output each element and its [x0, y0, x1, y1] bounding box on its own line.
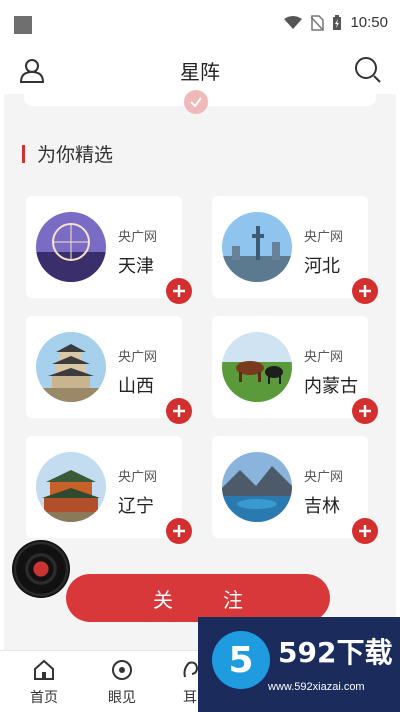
battery-icon [333, 14, 342, 30]
card-source: 央广网 [304, 230, 344, 245]
inner-mongolia-cattle-image [222, 332, 292, 402]
section-title: 为你精选 [37, 144, 114, 166]
add-button[interactable] [352, 278, 378, 304]
shanxi-tower-image [36, 332, 106, 402]
watermark-url: www.592xiazai.com [268, 681, 365, 693]
watermark-title: 592下载 [278, 636, 393, 669]
card-name: 河北 [304, 256, 340, 277]
tianjin-eye-image [36, 212, 106, 282]
card-source: 央广网 [304, 350, 344, 365]
check-icon [190, 97, 202, 108]
follow-button[interactable]: 关注 [66, 574, 330, 622]
add-button[interactable] [166, 278, 192, 304]
top-bar: 星阵 [0, 48, 400, 94]
section-marker [22, 144, 25, 163]
watermark-logo: 5 592下载 www.592xiazai.com [198, 617, 400, 712]
status-bar: 10:50 [0, 0, 400, 48]
plus-icon [359, 285, 371, 297]
plus-icon [359, 405, 371, 417]
card-source: 央广网 [118, 230, 158, 245]
card-name: 天津 [118, 256, 154, 277]
card-name: 山西 [118, 376, 154, 397]
jilin-lake-image [222, 452, 292, 522]
no-sim-icon [310, 14, 325, 31]
nav-label: 眼见 [108, 690, 136, 706]
card-source: 央广网 [118, 350, 158, 365]
home-icon [34, 659, 54, 680]
card-name: 吉林 [304, 496, 340, 517]
wifi-icon [284, 15, 303, 29]
vinyl-player-icon[interactable] [12, 540, 70, 598]
page-title: 星阵 [180, 60, 220, 84]
section-header: 为你精选 [22, 140, 113, 167]
nav-label: 首页 [30, 690, 58, 706]
search-button[interactable] [350, 52, 386, 88]
card-inner-mongolia[interactable]: 央广网 内蒙古 [212, 316, 378, 424]
plus-icon [173, 525, 185, 537]
watermark-circle: 5 [212, 631, 270, 689]
card-tianjin[interactable]: 央广网 天津 [26, 196, 192, 304]
add-button[interactable] [166, 518, 192, 544]
card-name: 内蒙古 [304, 376, 358, 397]
card-hebei[interactable]: 央广网 河北 [212, 196, 378, 304]
card-name: 辽宁 [118, 496, 154, 517]
plus-icon [173, 405, 185, 417]
plus-icon [359, 525, 371, 537]
notification-icon [14, 16, 32, 34]
add-button[interactable] [352, 518, 378, 544]
nav-item-eye[interactable]: 眼见 [92, 659, 152, 707]
plus-icon [173, 285, 185, 297]
top-card [24, 90, 376, 114]
liaoning-palace-image [36, 452, 106, 522]
status-right: 10:50 [284, 14, 388, 31]
card-source: 央广网 [304, 470, 344, 485]
status-time: 10:50 [350, 14, 388, 31]
card-shanxi[interactable]: 央广网 山西 [26, 316, 192, 424]
card-liaoning[interactable]: 央广网 辽宁 [26, 436, 192, 544]
eye-icon [112, 660, 132, 680]
add-button[interactable] [352, 398, 378, 424]
check-badge[interactable] [184, 90, 208, 114]
nav-item-home[interactable]: 首页 [14, 659, 74, 707]
card-jilin[interactable]: 央广网 吉林 [212, 436, 378, 544]
search-icon [355, 57, 381, 83]
card-source: 央广网 [118, 470, 158, 485]
add-button[interactable] [166, 398, 192, 424]
hebei-city-image [222, 212, 292, 282]
